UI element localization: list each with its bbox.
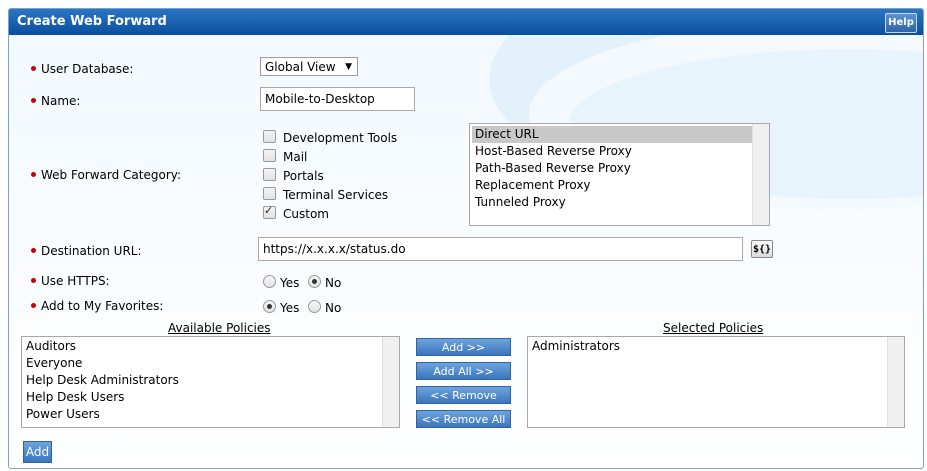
radio-label: Yes — [280, 276, 300, 290]
selected-policies-title: Selected Policies — [663, 321, 764, 335]
dropdown-arrow-icon: ▼ — [345, 62, 352, 72]
window-title: Create Web Forward — [17, 14, 167, 29]
list-item[interactable]: Help Desk Users — [23, 389, 399, 406]
add-to-favorites-label: Add to My Favorites: — [31, 299, 163, 313]
use-https-yes-radio[interactable] — [263, 275, 276, 288]
checkbox-label: Custom — [283, 207, 329, 221]
scrollbar[interactable] — [382, 337, 399, 427]
remove-all-policies-button[interactable]: << Remove All — [416, 410, 511, 428]
add-policy-button[interactable]: Add >> — [416, 338, 511, 356]
user-database-select[interactable]: Global View ▼ — [260, 57, 358, 76]
radio-label: No — [325, 301, 342, 315]
add-all-policies-button[interactable]: Add All >> — [416, 362, 511, 380]
checkbox-mail[interactable] — [263, 149, 276, 162]
required-marker — [31, 98, 36, 103]
list-item[interactable]: Power Users — [23, 406, 399, 423]
destination-url-label: Destination URL: — [31, 244, 142, 258]
selected-policies-list[interactable]: Administrators — [527, 336, 905, 428]
destination-url-input[interactable]: https://x.x.x.x/status.do — [258, 237, 743, 261]
required-marker — [31, 303, 36, 308]
favorites-yes-radio[interactable] — [263, 300, 276, 313]
web-forward-category-label: Web Forward Category: — [31, 168, 181, 182]
radio-label: Yes — [280, 301, 300, 315]
checkbox-label: Terminal Services — [283, 188, 389, 202]
checkbox-terminal-services[interactable] — [263, 187, 276, 200]
name-label: Name: — [31, 94, 80, 108]
title-bar: Create Web Forward Help — [9, 9, 923, 35]
remove-policy-button[interactable]: << Remove — [416, 386, 511, 404]
list-item-path-based-reverse-proxy[interactable]: Path-Based Reverse Proxy — [472, 160, 769, 177]
list-item[interactable]: Everyone — [23, 355, 399, 372]
create-web-forward-panel: Create Web Forward Help User Database: G… — [8, 8, 924, 469]
checkbox-label: Portals — [283, 169, 324, 183]
checkbox-label: Development Tools — [283, 131, 398, 145]
favorites-no-radio[interactable] — [308, 300, 321, 313]
add-button[interactable]: Add — [23, 441, 52, 463]
available-policies-list[interactable]: Auditors Everyone Help Desk Administrato… — [21, 336, 400, 428]
list-item-direct-url[interactable]: Direct URL — [472, 126, 753, 143]
use-https-label: Use HTTPS: — [31, 274, 110, 288]
use-https-no-radio[interactable] — [308, 275, 321, 288]
list-item[interactable]: Auditors — [23, 338, 399, 355]
required-marker — [31, 172, 36, 177]
list-item[interactable]: Help Desk Administrators — [23, 372, 399, 389]
help-button[interactable]: Help — [885, 13, 917, 33]
web-forward-type-list[interactable]: Direct URL Host-Based Reverse Proxy Path… — [469, 123, 770, 226]
checkbox-development-tools[interactable] — [263, 130, 276, 143]
list-item-tunneled-proxy[interactable]: Tunneled Proxy — [472, 194, 769, 211]
user-database-label: User Database: — [31, 62, 133, 76]
checkbox-portals[interactable] — [263, 168, 276, 181]
required-marker — [31, 66, 36, 71]
name-input[interactable]: Mobile-to-Desktop — [260, 87, 415, 111]
required-marker — [31, 278, 36, 283]
insert-variable-button[interactable]: ${} — [751, 240, 773, 258]
list-item[interactable]: Administrators — [529, 338, 904, 355]
checkbox-label: Mail — [283, 150, 308, 164]
scrollbar[interactable] — [887, 337, 904, 427]
list-item-host-based-reverse-proxy[interactable]: Host-Based Reverse Proxy — [472, 143, 769, 160]
available-policies-title: Available Policies — [168, 321, 271, 335]
checkbox-custom[interactable] — [263, 204, 276, 219]
radio-label: No — [325, 276, 342, 290]
required-marker — [31, 248, 36, 253]
list-item-replacement-proxy[interactable]: Replacement Proxy — [472, 177, 769, 194]
scrollbar[interactable] — [752, 124, 769, 225]
